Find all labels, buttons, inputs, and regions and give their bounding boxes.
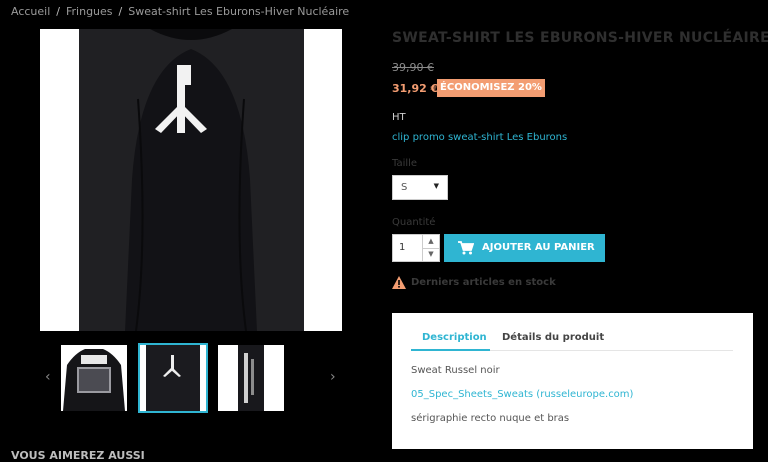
thumbnail-back[interactable] [138,343,208,413]
thumbnail-front[interactable] [61,345,127,411]
breadcrumb-category[interactable]: Fringues [66,5,113,18]
promo-video-link[interactable]: clip promo sweat-shirt Les Eburons [392,132,567,143]
tab-active-indicator [411,349,490,351]
stock-message: Derniers articles en stock [411,277,556,288]
related-products-title: VOUS AIMEREZ AUSSI [11,449,145,462]
thumbnail-sleeve[interactable] [218,345,284,411]
product-title: SWEAT-SHIRT LES EBURONS-HIVER NUCLÉAIRE [392,30,768,46]
add-to-cart-label: AJOUTER AU PANIER [482,242,595,253]
description-text: sérigraphie recto nuque et bras [411,413,570,424]
product-tabs: Description Détails du produit Sweat Rus… [392,313,753,449]
add-to-cart-button[interactable]: AJOUTER AU PANIER [444,234,605,262]
breadcrumb-separator: / [118,5,123,18]
tax-label: HT [392,112,406,123]
quantity-spinner: ▲ ▼ [422,235,439,261]
quantity-input[interactable]: 1 [399,242,405,253]
discount-badge: ÉCONOMISEZ 20% [437,79,545,97]
chevron-up-icon[interactable]: ▲ [423,235,439,249]
carousel-prev-arrow[interactable]: ‹ [45,369,51,385]
warning-icon [392,276,406,292]
size-label: Taille [392,158,418,169]
carousel-next-arrow[interactable]: › [330,369,336,385]
cart-icon [458,241,475,258]
caret-down-icon: ▼ [433,182,439,190]
description-text: Sweat Russel noir [411,365,500,376]
quantity-stepper[interactable]: 1 ▲ ▼ [392,234,440,262]
tab-product-details[interactable]: Détails du produit [502,332,604,343]
size-select[interactable]: S ▼ [392,175,448,200]
current-price: 31,92 € [392,82,439,95]
breadcrumb-home[interactable]: Accueil [11,5,50,18]
product-main-image[interactable] [40,29,342,331]
thumbnail-carousel: ‹ › [40,343,342,415]
quantity-label: Quantité [392,217,436,228]
breadcrumb-current[interactable]: Sweat-shirt Les Eburons-Hiver Nucléaire [128,5,349,18]
breadcrumb-separator: / [56,5,60,18]
regular-price: 39,90 € [392,61,434,74]
size-value: S [401,182,408,193]
chevron-down-icon[interactable]: ▼ [423,248,439,261]
spec-sheet-link[interactable]: 05_Spec_Sheets_Sweats (russeleurope.com) [411,389,633,400]
tab-description[interactable]: Description [422,332,487,343]
breadcrumb: Accueil / Fringues / Sweat-shirt Les Eburons… [11,5,349,18]
